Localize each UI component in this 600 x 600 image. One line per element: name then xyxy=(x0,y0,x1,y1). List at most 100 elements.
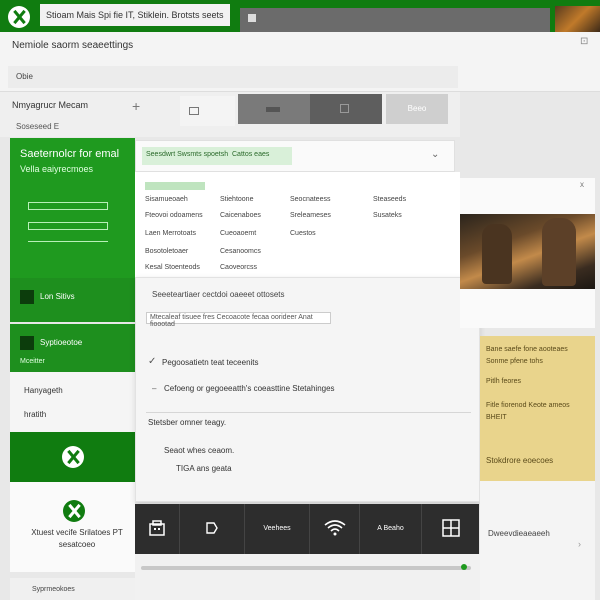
taskbar: Veehees A Beaho xyxy=(135,504,479,554)
toggle-button[interactable] xyxy=(238,94,310,124)
grid-cell[interactable]: Cuestos xyxy=(290,230,316,237)
settings-header: Nemiole saorm seaeettings ⊡ Obie xyxy=(0,32,600,92)
info-text: Pitlh feores xyxy=(486,378,522,385)
list-item[interactable]: hratith xyxy=(24,410,46,419)
panel-subtitle: Vella eaiyrecmoes xyxy=(20,164,94,174)
top-bar: Stioam Mais Spi fie IT, Stiklein. Brotst… xyxy=(0,0,600,32)
character-figure xyxy=(482,224,512,284)
nav-item-sublabel: Mceitter xyxy=(20,358,45,365)
panel-title: Saeternolcr for emal xyxy=(20,148,120,160)
panel-input-2[interactable] xyxy=(28,222,108,230)
settings-dialog: Seeeteartiaer cectdoi oaeeet ottosets Mt… xyxy=(135,277,480,502)
status-pill-secondary: Cattos eaes xyxy=(232,151,270,158)
info-text: BHEIT xyxy=(486,414,507,421)
bottom-nav[interactable]: Syprmeokoes xyxy=(10,578,135,600)
address-bar[interactable] xyxy=(240,8,550,32)
game-artwork[interactable] xyxy=(460,214,595,289)
grid-cell[interactable]: Laen Merrotoats xyxy=(145,230,196,237)
page-title: Nemiole saorm seaeettings xyxy=(12,40,134,51)
grid-cell[interactable]: Sisamueoaeh xyxy=(145,196,188,203)
xbox-icon[interactable] xyxy=(62,446,84,468)
item-icon xyxy=(20,290,34,304)
grid-cell[interactable]: Sreleameses xyxy=(290,212,331,219)
bottom-bar xyxy=(135,554,480,600)
feature-panel: Saeternolcr for emal Vella eaiyrecmoes xyxy=(10,138,135,278)
action-button[interactable]: Beeo xyxy=(386,94,448,124)
sub-toolbar: Nmyagrucr Mecam + Soseseed E Beeo xyxy=(0,92,460,137)
character-figure xyxy=(542,218,576,286)
chevron-down-icon[interactable]: ⌄ xyxy=(431,149,439,160)
side-card-label[interactable]: Dweevdieaeaeeh xyxy=(488,529,550,538)
page-icon xyxy=(248,14,256,22)
game-thumbnail[interactable] xyxy=(555,6,600,32)
grid-cell[interactable]: Kesal Stoenteods xyxy=(145,264,200,271)
nav-item-label: Syptioeotoe xyxy=(40,338,83,347)
left-list: Hanyageth hratith xyxy=(10,372,135,432)
card-text: Xtuest vecife Srilatoes PT xyxy=(31,528,123,537)
info-text: Bane saefe fone aooteaes xyxy=(486,346,568,353)
option-label[interactable]: TIGA ans geata xyxy=(176,464,232,473)
side-card: Dweevdieaeaeeh › xyxy=(480,481,595,600)
grid-cell[interactable]: Caicenaboes xyxy=(220,212,261,219)
item-icon xyxy=(20,336,34,350)
nav-item[interactable]: Syptioeotoe Mceitter xyxy=(10,324,135,372)
panel-divider xyxy=(28,238,108,242)
taskbar-label[interactable]: Veehees xyxy=(245,504,310,554)
list-item[interactable]: Hanyageth xyxy=(24,386,63,395)
info-text: Fitle fiorenod Keote ameos xyxy=(486,402,570,409)
dialog-field[interactable]: Mtecaleaf tisuee fres Cecoacote fecaa oo… xyxy=(146,312,331,328)
list-icon xyxy=(189,107,199,115)
windows-icon[interactable] xyxy=(422,504,479,554)
divider xyxy=(146,412,471,413)
tag-icon[interactable] xyxy=(180,504,245,554)
close-icon[interactable]: x xyxy=(580,180,584,189)
grid-cell[interactable]: Cueoaoemt xyxy=(220,230,256,237)
nav-item-label: Lon Sitivs xyxy=(40,292,75,301)
info-card: Bane saefe fone aooteaes Sonme pfene toh… xyxy=(480,336,595,481)
view-button[interactable] xyxy=(180,96,235,126)
section-label: Stetsber omner teagy. xyxy=(148,418,227,427)
info-text: Sonme pfene tohs xyxy=(486,358,543,365)
store-icon[interactable] xyxy=(135,504,180,554)
slider-thumb[interactable] xyxy=(461,564,467,570)
info-link[interactable]: Stokdrore eoecoes xyxy=(486,456,553,465)
grid-cell[interactable]: Caoveorcss xyxy=(220,264,257,271)
grid-header-highlight xyxy=(145,182,205,190)
dash-icon: – xyxy=(152,384,157,393)
grid-cell[interactable]: Seocnateess xyxy=(290,196,330,203)
xbox-info-card: Xtuest vecife Srilatoes PT sesatcoeo xyxy=(10,482,135,572)
option-label[interactable]: Seaot whes ceaom. xyxy=(164,446,234,455)
grid-cell[interactable]: Bosotoletoaer xyxy=(145,248,188,255)
xbox-icon xyxy=(63,500,85,522)
wifi-icon[interactable] xyxy=(310,504,360,554)
add-icon[interactable]: + xyxy=(132,98,140,114)
grid-cell[interactable]: Stiehtoone xyxy=(220,196,253,203)
browser-tab[interactable]: Stioam Mais Spi fie IT, Stiklein. Brotst… xyxy=(40,4,230,26)
grid-cell[interactable]: Fteovoi odoamens xyxy=(145,212,203,219)
grid-cell[interactable]: Susateks xyxy=(373,212,402,219)
section-label: Nmyagrucr Mecam xyxy=(12,100,89,110)
option-label[interactable]: Pegoosatietn teat teceenits xyxy=(162,358,259,367)
filter-field[interactable]: Obie xyxy=(8,66,458,88)
grid-cell[interactable]: Steaseeds xyxy=(373,196,406,203)
dialog-heading: Seeeteartiaer cectdoi oaeeet ottosets xyxy=(152,290,285,299)
progress-slider[interactable] xyxy=(141,566,471,570)
grid-cell[interactable]: Cesanoomcs xyxy=(220,248,261,255)
window-icon[interactable]: ⊡ xyxy=(580,36,588,47)
option-label[interactable]: Cefoeng or gegoeeatth's coeasttine Steta… xyxy=(164,384,335,393)
xbox-band xyxy=(10,432,135,482)
bar-icon xyxy=(266,107,280,112)
bottom-nav-label: Syprmeokoes xyxy=(32,586,75,593)
square-icon xyxy=(340,104,349,113)
grid-button[interactable] xyxy=(310,94,382,124)
card-text: sesatcoeo xyxy=(58,540,96,549)
panel-input-1[interactable] xyxy=(28,202,108,210)
taskbar-label[interactable]: A Beaho xyxy=(360,504,422,554)
settings-grid: Fteovoi odoamens Laen Merrotoats Bosotol… xyxy=(135,172,460,277)
check-icon[interactable]: ✓ xyxy=(148,356,156,367)
chevron-right-icon[interactable]: › xyxy=(578,539,581,549)
content-header: Seesdwrt Swsmts spoetsh Cattos eaes ⌄ xyxy=(135,140,455,172)
nav-item[interactable]: Lon Sitivs xyxy=(10,278,135,322)
game-card[interactable]: x xyxy=(460,178,595,328)
xbox-logo-icon[interactable] xyxy=(8,6,30,28)
